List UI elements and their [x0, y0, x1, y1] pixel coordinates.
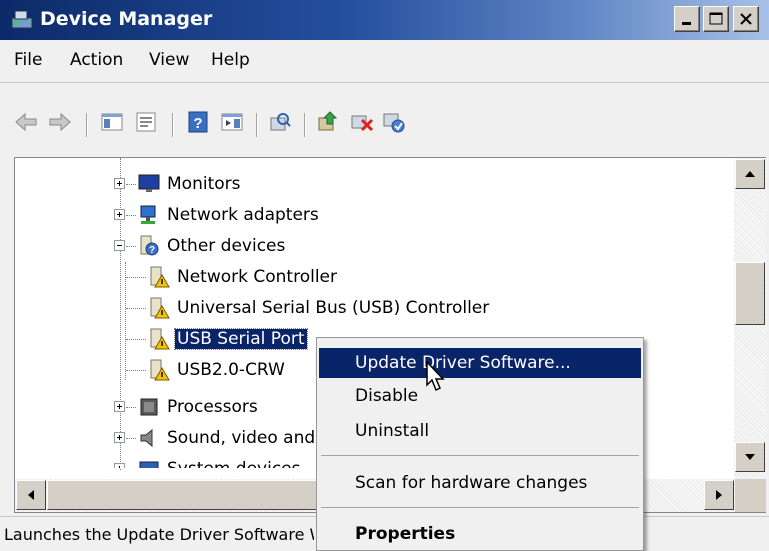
scroll-thumb[interactable]	[735, 262, 765, 325]
menu-action[interactable]: Action	[70, 50, 123, 70]
tree-item-usb2-crw[interactable]: USB2.0-CRW	[148, 355, 287, 385]
context-menu-separator	[321, 455, 639, 456]
tree-item-usb-controller[interactable]: Universal Serial Bus (USB) Controller	[148, 293, 491, 323]
enable-device-icon[interactable]	[382, 110, 406, 134]
menu-view[interactable]: View	[149, 50, 189, 70]
menu-properties[interactable]: Properties	[319, 519, 641, 549]
scroll-right-button[interactable]	[704, 480, 734, 510]
warning-device-icon	[150, 359, 170, 381]
expand-processors-toggle[interactable]	[114, 401, 125, 412]
tree-item-processors[interactable]: Processors	[138, 392, 260, 422]
status-text: Launches the Update Driver Software Wiza…	[4, 525, 314, 544]
tree-guide-line	[126, 407, 136, 408]
toolbar-separator	[304, 113, 305, 137]
tree-item-system-devices[interactable]: System devices	[138, 454, 303, 468]
monitor-icon	[138, 174, 160, 192]
tree-guide-line	[125, 262, 126, 380]
close-button[interactable]	[733, 6, 759, 32]
maximize-icon	[709, 12, 723, 25]
network-adapter-icon	[140, 205, 156, 224]
tree-guide-line	[120, 158, 121, 470]
menu-bar: File Action View Help	[0, 40, 769, 82]
tree-guide-line	[126, 438, 136, 439]
scrollbar-corner	[735, 479, 766, 512]
toolbar-separator	[172, 113, 173, 137]
maximize-button[interactable]	[703, 6, 729, 32]
tree-item-monitors[interactable]: Monitors	[138, 169, 242, 199]
arrow-left-icon	[28, 490, 34, 500]
expand-sound-toggle[interactable]	[114, 432, 125, 443]
arrow-down-icon	[745, 454, 755, 460]
tree-guide-line	[126, 308, 146, 309]
minimize-icon	[682, 22, 691, 25]
close-icon	[740, 13, 752, 25]
warning-device-icon	[150, 266, 170, 288]
forward-arrow-icon[interactable]	[48, 110, 72, 134]
arrow-right-icon	[716, 490, 722, 500]
arrow-up-icon	[745, 171, 755, 177]
svg-text:?: ?	[149, 245, 155, 256]
uninstall-icon[interactable]	[350, 110, 374, 134]
menu-disable[interactable]: Disable	[319, 381, 641, 411]
warning-device-icon	[150, 328, 170, 350]
mouse-cursor-icon	[426, 361, 445, 392]
tree-guide-line	[126, 215, 136, 216]
toolbar-separator	[256, 113, 257, 137]
svg-text:?: ?	[193, 115, 202, 132]
minimize-button[interactable]	[674, 6, 700, 32]
unknown-device-icon: ?	[140, 235, 159, 256]
device-manager-icon	[11, 10, 33, 29]
tree-guide-line	[126, 246, 136, 247]
title-bar[interactable]: Device Manager	[0, 0, 769, 40]
properties-icon[interactable]	[134, 110, 158, 134]
menu-file[interactable]: File	[14, 50, 42, 70]
tree-guide-line	[126, 277, 146, 278]
menu-help[interactable]: Help	[211, 50, 250, 70]
scroll-down-button[interactable]	[735, 442, 765, 472]
toolbar-separator	[86, 113, 87, 137]
back-arrow-icon[interactable]	[14, 110, 38, 134]
tree-item-usb-serial-port[interactable]: USB Serial Port	[148, 324, 308, 354]
context-menu-separator	[321, 507, 639, 508]
tree-item-network-controller[interactable]: Network Controller	[148, 262, 339, 292]
menu-scan-for-hardware-changes[interactable]: Scan for hardware changes	[319, 468, 641, 498]
action-pane-icon[interactable]	[220, 110, 244, 134]
hscroll-thumb[interactable]	[47, 480, 333, 510]
window-title: Device Manager	[40, 8, 213, 30]
tree-guide-line	[126, 184, 136, 185]
expand-network-adapters-toggle[interactable]	[114, 209, 125, 220]
show-hide-tree-icon[interactable]	[100, 110, 124, 134]
menu-update-driver-software[interactable]: Update Driver Software...	[319, 348, 641, 378]
toolbar: ?	[0, 83, 769, 153]
expand-monitors-toggle[interactable]	[114, 178, 125, 189]
warning-device-icon	[150, 297, 170, 319]
tree-item-network-adapters[interactable]: Network adapters	[138, 200, 321, 230]
scan-hardware-icon[interactable]	[268, 110, 292, 134]
context-menu: Update Driver Software... Disable Uninst…	[316, 337, 644, 551]
expand-system-devices-toggle[interactable]	[114, 463, 125, 468]
collapse-other-devices-toggle[interactable]	[114, 240, 125, 251]
update-driver-icon[interactable]	[316, 110, 340, 134]
help-icon[interactable]: ?	[186, 110, 210, 134]
speaker-icon	[140, 428, 153, 448]
tree-item-sound[interactable]: Sound, video and	[138, 423, 317, 453]
scroll-left-button[interactable]	[16, 480, 46, 510]
vertical-scrollbar[interactable]	[734, 158, 766, 479]
tree-guide-line	[126, 339, 146, 340]
system-device-icon	[139, 461, 159, 468]
menu-uninstall[interactable]: Uninstall	[319, 416, 641, 446]
processor-icon	[140, 398, 158, 416]
tree-guide-line	[126, 370, 146, 371]
tree-item-other-devices[interactable]: ? Other devices	[138, 231, 287, 261]
scroll-up-button[interactable]	[735, 159, 765, 189]
